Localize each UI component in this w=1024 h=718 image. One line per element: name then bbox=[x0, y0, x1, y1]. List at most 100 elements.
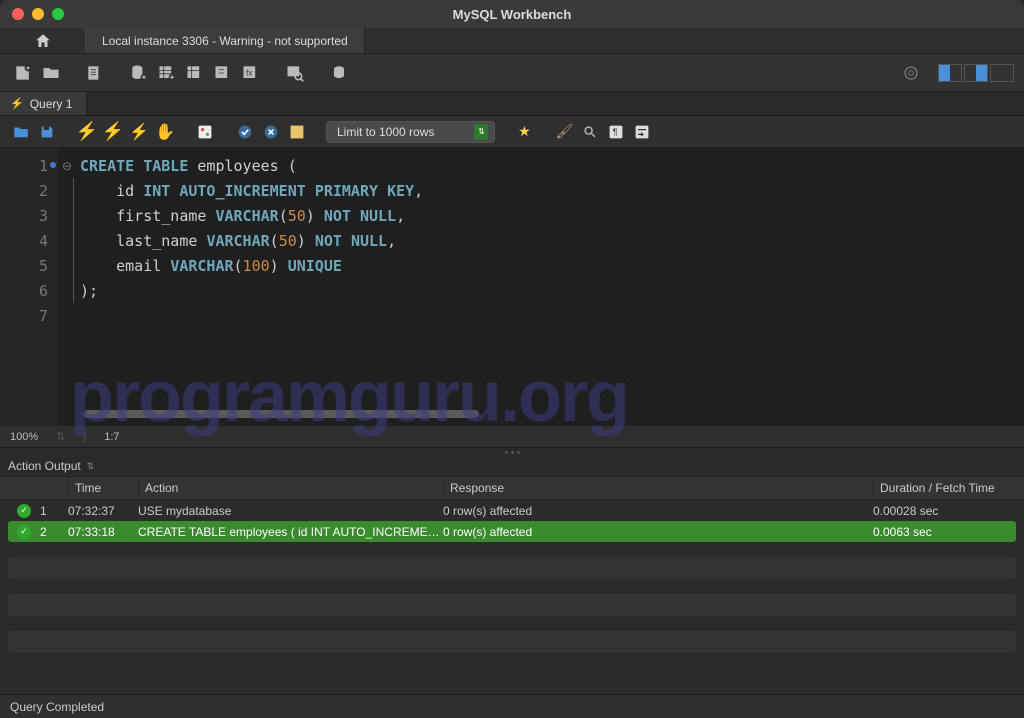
settings-button[interactable] bbox=[898, 60, 924, 86]
col-time[interactable]: Time bbox=[68, 481, 138, 495]
explain-button[interactable]: ⚡ bbox=[128, 121, 150, 143]
query-tabbar: ⚡ Query 1 bbox=[0, 92, 1024, 116]
row-time: 07:32:37 bbox=[68, 504, 138, 518]
toggle-limit-button[interactable] bbox=[286, 121, 308, 143]
output-mode-select[interactable]: Action Output bbox=[8, 459, 81, 473]
line-number: 1 bbox=[0, 154, 58, 179]
line-gutter: 1234567 bbox=[0, 148, 58, 426]
home-tab[interactable] bbox=[0, 28, 86, 53]
line-number: 3 bbox=[0, 204, 58, 229]
search-replace-button[interactable] bbox=[579, 121, 601, 143]
rollback-button[interactable] bbox=[260, 121, 282, 143]
code-line[interactable]: CREATE TABLE employees ( bbox=[80, 154, 1024, 179]
toggle-left-panel[interactable] bbox=[938, 64, 962, 82]
query-tab-label: Query 1 bbox=[30, 97, 73, 111]
row-action: USE mydatabase bbox=[138, 504, 443, 518]
chevron-updown-icon: ⇅ bbox=[87, 461, 95, 472]
breakpoint-marker-icon bbox=[50, 162, 56, 168]
cursor-position: 1:7 bbox=[104, 431, 119, 443]
empty-row bbox=[8, 631, 1016, 653]
empty-row bbox=[8, 557, 1016, 579]
success-icon: ✓ bbox=[17, 525, 31, 539]
line-number: 4 bbox=[0, 229, 58, 254]
stop-button[interactable]: ✋ bbox=[154, 121, 176, 143]
open-file-button[interactable] bbox=[10, 121, 32, 143]
output-table-header: Time Action Response Duration / Fetch Ti… bbox=[0, 476, 1024, 500]
success-icon: ✓ bbox=[17, 504, 31, 518]
status-text: Query Completed bbox=[10, 700, 104, 714]
stepper-icon: ⇅ bbox=[56, 430, 65, 443]
save-button[interactable] bbox=[36, 121, 58, 143]
home-icon bbox=[34, 32, 52, 50]
editor-toolbar: ⚡ ⚡ ⚡ ✋ Limit to 1000 rows ⇅ ★ 🖌 ¶ bbox=[0, 116, 1024, 148]
code-area[interactable]: CREATE TABLE employees ( id INT AUTO_INC… bbox=[76, 148, 1024, 426]
output-row[interactable]: ✓ 207:33:18CREATE TABLE employees ( id IN… bbox=[8, 521, 1016, 542]
search-table-button[interactable] bbox=[282, 60, 308, 86]
col-duration[interactable]: Duration / Fetch Time bbox=[873, 481, 1024, 495]
row-action: CREATE TABLE employees ( id INT AUTO_INC… bbox=[138, 525, 443, 539]
line-number: 2 bbox=[0, 179, 58, 204]
query-tab[interactable]: ⚡ Query 1 bbox=[0, 92, 87, 115]
line-number: 7 bbox=[0, 304, 58, 329]
line-number: 5 bbox=[0, 254, 58, 279]
connection-tab[interactable]: Local instance 3306 - Warning - not supp… bbox=[86, 28, 365, 53]
stepper-icon: ⇅ bbox=[474, 124, 488, 140]
output-rows: ✓ 107:32:37USE mydatabase0 row(s) affecte… bbox=[0, 500, 1024, 661]
inspector-button[interactable] bbox=[82, 60, 108, 86]
main-toolbar: fx bbox=[0, 54, 1024, 92]
row-duration: 0.0063 sec bbox=[873, 525, 1016, 539]
editor-statusbar: 100% ⇅ | 1:7 bbox=[0, 426, 1024, 448]
connection-tabbar: Local instance 3306 - Warning - not supp… bbox=[0, 28, 1024, 54]
zoom-level[interactable]: 100% bbox=[10, 431, 38, 443]
find-button[interactable]: 🖌 bbox=[553, 121, 575, 143]
window-title: MySQL Workbench bbox=[0, 7, 1024, 22]
connection-tab-label: Local instance 3306 - Warning - not supp… bbox=[102, 34, 348, 48]
new-sql-tab-button[interactable] bbox=[10, 60, 36, 86]
row-limit-select[interactable]: Limit to 1000 rows ⇅ bbox=[326, 121, 495, 143]
svg-text:¶: ¶ bbox=[613, 127, 618, 137]
row-time: 07:33:18 bbox=[68, 525, 138, 539]
beautify-button[interactable]: ★ bbox=[513, 121, 535, 143]
output-panel-header: Action Output ⇅ bbox=[0, 456, 1024, 476]
row-response: 0 row(s) affected bbox=[443, 525, 873, 539]
create-schema-button[interactable] bbox=[126, 60, 152, 86]
create-function-button[interactable]: fx bbox=[238, 60, 264, 86]
code-line[interactable]: ); bbox=[80, 279, 1024, 304]
toggle-invisible-button[interactable]: ¶ bbox=[605, 121, 627, 143]
toggle-bottom-panel[interactable] bbox=[964, 64, 988, 82]
open-sql-button[interactable] bbox=[38, 60, 64, 86]
code-line[interactable]: id INT AUTO_INCREMENT PRIMARY KEY, bbox=[80, 179, 1024, 204]
row-limit-label: Limit to 1000 rows bbox=[337, 125, 434, 139]
horizontal-scrollbar[interactable] bbox=[84, 410, 479, 418]
execute-button[interactable]: ⚡ bbox=[76, 121, 98, 143]
fold-guide bbox=[73, 178, 74, 303]
titlebar: MySQL Workbench bbox=[0, 0, 1024, 28]
code-line[interactable]: last_name VARCHAR(50) NOT NULL, bbox=[80, 229, 1024, 254]
toggle-right-panel[interactable] bbox=[990, 64, 1014, 82]
row-duration: 0.00028 sec bbox=[873, 504, 1016, 518]
lightning-icon: ⚡ bbox=[10, 97, 24, 110]
empty-row bbox=[8, 594, 1016, 616]
line-number: 6 bbox=[0, 279, 58, 304]
sql-editor[interactable]: 1234567 ⊖ CREATE TABLE employees ( id IN… bbox=[0, 148, 1024, 426]
pane-splitter[interactable] bbox=[0, 448, 1024, 456]
fold-toggle[interactable]: ⊖ bbox=[58, 154, 76, 179]
output-row[interactable]: ✓ 107:32:37USE mydatabase0 row(s) affecte… bbox=[8, 500, 1016, 521]
col-response[interactable]: Response bbox=[443, 481, 873, 495]
execute-current-button[interactable]: ⚡ bbox=[102, 121, 124, 143]
reconnect-button[interactable] bbox=[326, 60, 352, 86]
commit-button[interactable] bbox=[234, 121, 256, 143]
row-response: 0 row(s) affected bbox=[443, 504, 873, 518]
row-index: 1 bbox=[40, 504, 68, 518]
row-index: 2 bbox=[40, 525, 68, 539]
code-line[interactable]: email VARCHAR(100) UNIQUE bbox=[80, 254, 1024, 279]
code-line[interactable]: first_name VARCHAR(50) NOT NULL, bbox=[80, 204, 1024, 229]
create-view-button[interactable] bbox=[182, 60, 208, 86]
create-procedure-button[interactable] bbox=[210, 60, 236, 86]
col-action[interactable]: Action bbox=[138, 481, 443, 495]
create-table-button[interactable] bbox=[154, 60, 180, 86]
svg-text:fx: fx bbox=[246, 67, 253, 77]
toggle-autocommit-button[interactable] bbox=[194, 121, 216, 143]
toggle-wrap-button[interactable] bbox=[631, 121, 653, 143]
statusbar: Query Completed bbox=[0, 694, 1024, 718]
